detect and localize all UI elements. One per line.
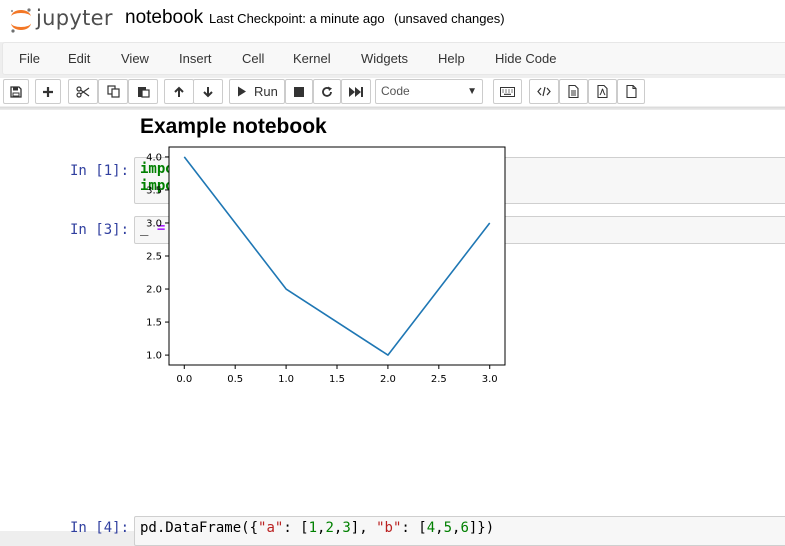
x-tick-label: 3.0 [482,374,498,385]
toolbar: Run Code ▼ [0,78,785,106]
paste-icon [137,85,150,98]
run-label: Run [254,84,278,99]
menu-insert[interactable]: Insert [177,43,214,74]
code-token: 3 [342,520,350,536]
restart-icon [321,86,333,98]
code-cell-input[interactable]: pd.DataFrame({"a": [1,2,3], "b": [4,5,6]… [134,516,785,546]
line-chart-output: 0.0 0.5 1.0 1.5 2.0 2.5 3.0 1.0 1.5 2.0 2.5 3.0 3.5 4… [137,146,509,388]
x-tick-label: 2.0 [380,374,396,385]
run-icon [237,86,247,97]
arrow-down-icon [202,86,214,98]
menu-hide-code[interactable]: Hide Code [493,43,558,74]
menubar: File Edit View Insert Cell Kernel Widget… [2,42,785,75]
y-tick-label: 3.5 [146,185,162,196]
move-up-button[interactable] [164,79,194,104]
cell-type-value: Code [381,84,410,98]
code-token: 2 [325,520,333,536]
code-token: ]}) [469,520,494,536]
y-tick-label: 4.0 [146,152,162,163]
export-pdf-button[interactable] [588,79,617,104]
command-palette-button[interactable] [493,79,522,104]
cell-prompt: In [4]: [70,520,129,536]
fast-forward-icon [349,87,363,97]
menu-file[interactable]: File [17,43,42,74]
x-tick-label: 0.5 [227,374,243,385]
chevron-down-icon: ▼ [467,80,477,103]
menu-widgets[interactable]: Widgets [359,43,410,74]
cell-prompt: In [3]: [70,222,129,238]
menu-kernel[interactable]: Kernel [291,43,333,74]
jupyter-logo-icon [8,6,34,34]
code-token: ], [351,520,376,536]
plot-frame [169,147,505,365]
y-tick-label: 1.0 [146,351,162,362]
copy-icon [107,85,120,98]
restart-run-all-button[interactable] [341,79,371,104]
toggle-code-button[interactable] [529,79,559,104]
paste-button[interactable] [128,79,158,104]
menu-edit[interactable]: Edit [66,43,92,74]
code-token: 5 [444,520,452,536]
y-tick-label: 3.0 [146,218,162,229]
code-token: "a" [258,520,283,536]
code-token: , [435,520,443,536]
x-tick-label: 1.0 [278,374,294,385]
y-tick-label: 2.0 [146,285,162,296]
file-icon [626,85,637,98]
autosave-status: (unsaved changes) [394,11,505,26]
x-tick-label: 0.0 [176,374,192,385]
plus-icon [42,86,54,98]
stop-icon [294,87,304,97]
x-tick-label: 2.5 [431,374,447,385]
menu-view[interactable]: View [119,43,151,74]
checkpoint-status: Last Checkpoint: a minute ago [209,11,385,26]
file-text-icon [568,85,579,98]
keyboard-icon [500,87,515,97]
markdown-heading[interactable]: Example notebook [140,115,327,139]
export-file-button[interactable] [617,79,645,104]
file-pdf-icon [597,85,608,98]
notebook-name[interactable]: notebook [125,7,203,29]
code-token: 6 [460,520,468,536]
logo-text: jupyter [36,6,113,30]
cell-prompt: In [1]: [70,163,129,179]
menu-cell[interactable]: Cell [240,43,266,74]
arrow-up-icon [173,86,185,98]
move-down-button[interactable] [193,79,223,104]
code-line: pd.DataFrame({"a": [1,2,3], "b": [4,5,6]… [140,520,785,537]
y-tick-label: 2.5 [146,252,162,263]
copy-button[interactable] [98,79,128,104]
cut-button[interactable] [68,79,98,104]
notebook-header: jupyter notebook Last Checkpoint: a minu… [0,0,785,42]
y-tick-label: 1.5 [146,318,162,329]
code-token: pd.DataFrame({ [140,520,258,536]
cut-icon [76,86,90,98]
save-button[interactable] [3,79,29,104]
code-token: "b" [376,520,401,536]
code-token: : [ [283,520,308,536]
code-icon [537,86,551,97]
menu-help[interactable]: Help [436,43,467,74]
restart-button[interactable] [313,79,341,104]
x-tick-label: 1.5 [329,374,345,385]
save-icon [10,86,22,98]
cell-type-select[interactable]: Code ▼ [375,79,483,104]
run-button[interactable]: Run [229,79,285,104]
insert-cell-button[interactable] [35,79,61,104]
code-token: 1 [309,520,317,536]
interrupt-button[interactable] [285,79,313,104]
jupyter-logo[interactable]: jupyter [8,4,113,34]
code-token: 4 [427,520,435,536]
code-token: : [ [401,520,426,536]
export-text-button[interactable] [559,79,588,104]
